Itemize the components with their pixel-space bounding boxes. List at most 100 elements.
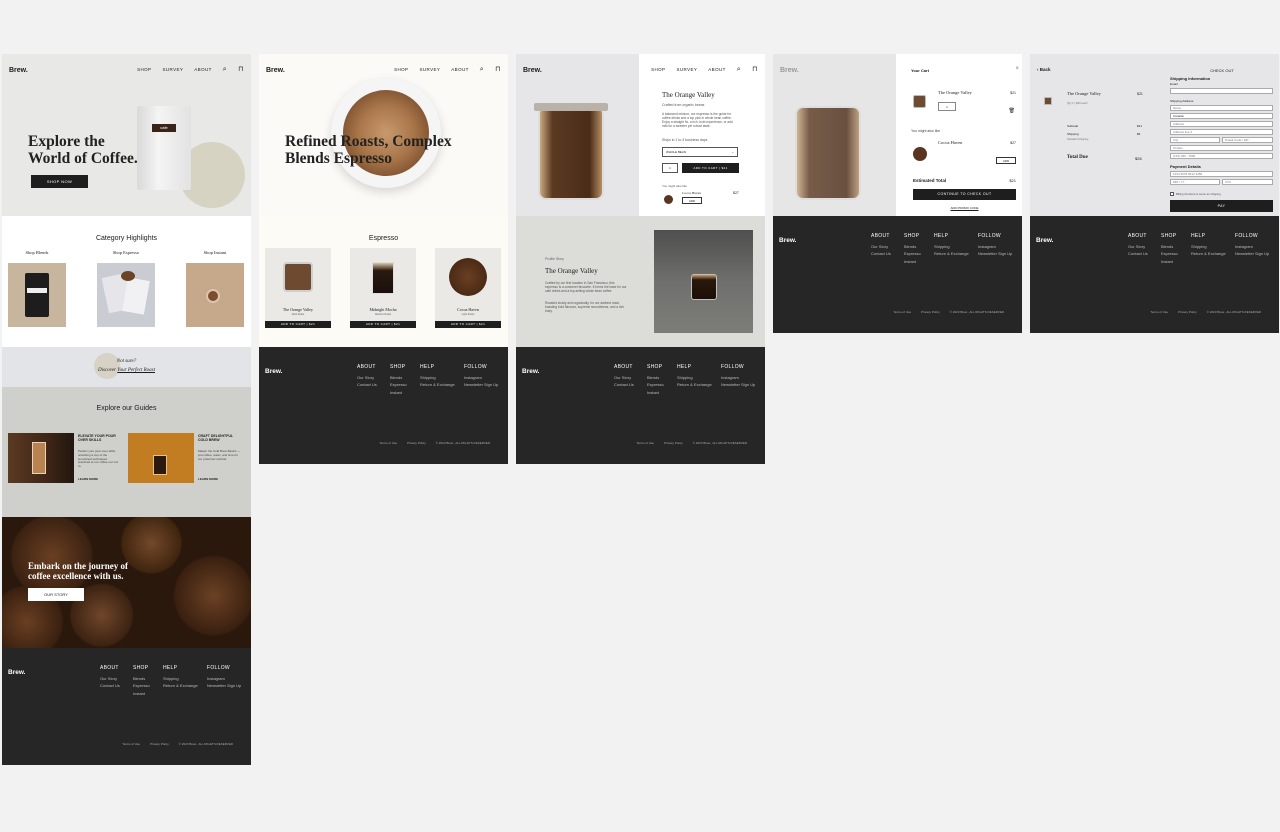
category-label-instant[interactable]: Shop Instant bbox=[186, 250, 244, 255]
footer-link[interactable]: Newsletter Sign Up bbox=[207, 682, 241, 690]
guide1-image[interactable] bbox=[8, 433, 74, 483]
privacy-link[interactable]: Privacy Policy bbox=[150, 742, 169, 746]
recommendation-image[interactable] bbox=[913, 147, 927, 161]
footer-link[interactable]: Blends bbox=[1161, 243, 1178, 251]
bag-icon[interactable]: ⊓ bbox=[752, 66, 758, 73]
footer-link[interactable]: Shipping bbox=[677, 374, 712, 382]
nav-shop[interactable]: SHOP bbox=[651, 67, 665, 72]
footer-link[interactable]: Instant bbox=[647, 389, 664, 397]
privacy-link[interactable]: Privacy Policy bbox=[921, 310, 940, 314]
search-icon[interactable]: ⌕ bbox=[737, 66, 741, 73]
recommendation-add-button[interactable]: ADD bbox=[682, 197, 702, 204]
product-card[interactable]: Cocoa Haven Light Roast ADD TO CART | $2… bbox=[435, 248, 501, 328]
category-image-espresso[interactable] bbox=[97, 263, 155, 327]
footer-logo[interactable]: Brew. bbox=[265, 368, 282, 375]
footer-link[interactable]: Blends bbox=[133, 675, 150, 683]
footer-link[interactable]: Instagram bbox=[207, 675, 241, 683]
add-to-cart-button[interactable]: ADD TO CART | $21 bbox=[682, 163, 739, 173]
name-field[interactable]: Name bbox=[1170, 105, 1273, 111]
footer-link[interactable]: Blends bbox=[647, 374, 664, 382]
phone-field[interactable]: (123) 456 - 7890 bbox=[1170, 153, 1273, 159]
footer-link[interactable]: Our Story bbox=[357, 374, 377, 382]
footer-link[interactable]: Shipping bbox=[163, 675, 198, 683]
brand-logo[interactable]: Brew. bbox=[9, 67, 28, 74]
nav-about[interactable]: ABOUT bbox=[708, 67, 726, 72]
checkout-button[interactable]: CONTINUE TO CHECK OUT bbox=[913, 189, 1016, 200]
cvc-field[interactable]: CVC bbox=[1222, 179, 1273, 185]
footer-link[interactable]: Espresso bbox=[133, 682, 150, 690]
footer-link[interactable]: Our Story bbox=[871, 243, 891, 251]
search-icon[interactable]: ⌕ bbox=[480, 66, 484, 73]
city-field[interactable]: City bbox=[1170, 137, 1220, 143]
recommendation-image[interactable] bbox=[664, 195, 673, 204]
trash-icon[interactable]: 🗑 bbox=[1009, 108, 1015, 114]
grind-select[interactable]: WHOLE BEAN ⌄ bbox=[662, 147, 738, 157]
nav-about[interactable]: ABOUT bbox=[451, 67, 469, 72]
card-number-field[interactable]: 1234 5678 9012 3456 bbox=[1170, 171, 1273, 177]
quantity-stepper[interactable]: 1 bbox=[662, 163, 678, 173]
footer-link[interactable]: Our Story bbox=[614, 374, 634, 382]
category-label-espresso[interactable]: Shop Espresso bbox=[97, 250, 155, 255]
category-label-blends[interactable]: Shop Blends bbox=[8, 250, 66, 255]
footer-link[interactable]: Contact Us bbox=[614, 381, 634, 389]
footer-link[interactable]: Our Story bbox=[100, 675, 120, 683]
shop-now-button[interactable]: SHOP NOW bbox=[31, 175, 88, 188]
back-link[interactable]: ‹ Back bbox=[1037, 67, 1051, 72]
footer-link[interactable]: Newsletter Sign Up bbox=[464, 381, 498, 389]
brand-logo[interactable]: Brew. bbox=[523, 67, 542, 74]
footer-link[interactable]: Return & Exchange bbox=[420, 381, 455, 389]
nav-shop[interactable]: SHOP bbox=[394, 67, 408, 72]
footer-link[interactable]: Espresso bbox=[1161, 250, 1178, 258]
pay-button[interactable]: PAY bbox=[1170, 200, 1273, 212]
footer-logo[interactable]: Brew. bbox=[779, 237, 796, 244]
privacy-link[interactable]: Privacy Policy bbox=[664, 441, 683, 445]
footer-logo[interactable]: Brew. bbox=[8, 669, 25, 676]
footer-link[interactable]: Contact Us bbox=[357, 381, 377, 389]
product-card[interactable]: The Orange Valley Dark Roast ADD TO CART… bbox=[265, 248, 331, 328]
footer-link[interactable]: Return & Exchange bbox=[677, 381, 712, 389]
nav-survey[interactable]: SURVEY bbox=[419, 67, 440, 72]
footer-link[interactable]: Instant bbox=[133, 690, 150, 698]
guide2-link[interactable]: LEARN MORE bbox=[198, 477, 218, 481]
nav-shop[interactable]: SHOP bbox=[137, 67, 151, 72]
address-field[interactable]: Address bbox=[1170, 121, 1273, 127]
guide2-image[interactable] bbox=[128, 433, 194, 483]
billing-checkbox[interactable] bbox=[1170, 192, 1174, 196]
terms-link[interactable]: Terms of Use bbox=[893, 310, 911, 314]
footer-link[interactable]: Espresso bbox=[647, 381, 664, 389]
terms-link[interactable]: Terms of Use bbox=[1150, 310, 1168, 314]
footer-link[interactable]: Instagram bbox=[1235, 243, 1269, 251]
footer-link[interactable]: Contact Us bbox=[100, 682, 120, 690]
category-image-blends[interactable] bbox=[8, 263, 66, 327]
add-to-cart-button[interactable]: ADD TO CART | $21 bbox=[435, 321, 501, 328]
footer-link[interactable]: Return & Exchange bbox=[934, 250, 969, 258]
brand-logo[interactable]: Brew. bbox=[266, 67, 285, 74]
bag-icon[interactable]: ⊓ bbox=[495, 66, 501, 73]
footer-link[interactable]: Return & Exchange bbox=[1191, 250, 1226, 258]
footer-link[interactable]: Our Story bbox=[1128, 243, 1148, 251]
privacy-link[interactable]: Privacy Policy bbox=[1178, 310, 1197, 314]
footer-link[interactable]: Espresso bbox=[390, 381, 407, 389]
expiry-field[interactable]: MM / YY bbox=[1170, 179, 1220, 185]
footer-link[interactable]: Espresso bbox=[904, 250, 921, 258]
footer-link[interactable]: Instant bbox=[904, 258, 921, 266]
terms-link[interactable]: Terms of Use bbox=[636, 441, 654, 445]
postal-field[interactable]: Postal Code / ZIP bbox=[1222, 137, 1273, 143]
terms-link[interactable]: Terms of Use bbox=[122, 742, 140, 746]
survey-link[interactable]: Your Perfect Roast bbox=[117, 368, 155, 373]
address2-field[interactable]: Address line 2 bbox=[1170, 129, 1273, 135]
footer-link[interactable]: Blends bbox=[904, 243, 921, 251]
add-to-cart-button[interactable]: ADD TO CART | $21 bbox=[265, 321, 331, 328]
footer-link[interactable]: Instagram bbox=[978, 243, 1012, 251]
privacy-link[interactable]: Privacy Policy bbox=[407, 441, 426, 445]
footer-link[interactable]: Newsletter Sign Up bbox=[978, 250, 1012, 258]
email-field[interactable] bbox=[1170, 88, 1273, 94]
footer-link[interactable]: Newsletter Sign Up bbox=[1235, 250, 1269, 258]
quantity-stepper[interactable]: 1 bbox=[938, 102, 956, 111]
nav-survey[interactable]: SURVEY bbox=[162, 67, 183, 72]
close-icon[interactable]: × bbox=[1015, 66, 1019, 72]
footer-link[interactable]: Instant bbox=[390, 389, 407, 397]
footer-logo[interactable]: Brew. bbox=[1036, 237, 1053, 244]
footer-link[interactable]: Instant bbox=[1161, 258, 1178, 266]
guide1-link[interactable]: LEARN MORE bbox=[78, 477, 98, 481]
